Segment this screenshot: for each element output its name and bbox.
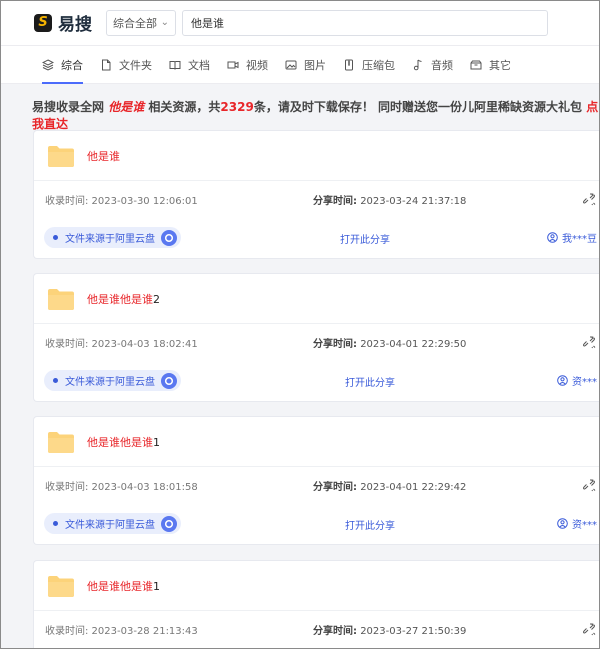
result-title[interactable]: 他是谁他是谁1 xyxy=(87,578,160,594)
shared-time: 分享时间: 2023-04-01 22:29:42 xyxy=(313,482,467,493)
summary-keyword: 他是谁 xyxy=(108,100,145,114)
tab-document[interactable]: 文档 xyxy=(169,46,210,84)
user-icon xyxy=(547,232,558,243)
user-icon xyxy=(557,518,568,529)
tab-label: 视频 xyxy=(246,58,268,72)
top-bar: S 易搜 综合全部 ⌄ xyxy=(0,0,600,46)
sharer[interactable]: 我***豆 xyxy=(547,230,597,245)
aliyun-drive-icon xyxy=(161,515,177,532)
result-title[interactable]: 他是谁 xyxy=(87,148,120,164)
broken-link-icon[interactable] xyxy=(582,478,596,492)
sharer-name: 资*** xyxy=(572,377,597,388)
category-select-value: 综合全部 xyxy=(113,16,157,30)
category-tabs: 综合 文件夹 文档 视频 图片 压缩包 音频 其它 xyxy=(0,46,600,84)
source-label: 文件来源于阿里云盘 xyxy=(65,377,155,388)
result-card: 他是谁他是谁2 收录时间: 2023-04-03 18:02:41 分享时间: … xyxy=(33,273,600,402)
logo-text: 易搜 xyxy=(58,15,92,35)
logo-mark-icon: S xyxy=(34,13,52,32)
sharer[interactable]: 资*** xyxy=(557,373,597,388)
user-icon xyxy=(557,375,568,386)
source-badge: 文件来源于阿里云盘 xyxy=(44,227,181,248)
result-card: 他是谁他是谁1 收录时间: 2023-03-28 21:13:43 分享时间: … xyxy=(33,560,600,649)
tab-folder[interactable]: 文件夹 xyxy=(100,46,152,84)
tab-label: 综合 xyxy=(61,58,83,72)
tab-label: 音频 xyxy=(431,58,453,72)
open-share-link[interactable]: 打开此分享 xyxy=(345,374,395,389)
dot-icon xyxy=(53,378,58,383)
result-card: 他是谁他是谁1 收录时间: 2023-04-03 18:01:58 分享时间: … xyxy=(33,416,600,545)
tab-archive[interactable]: 压缩包 xyxy=(343,46,395,84)
source-badge: 文件来源于阿里云盘 xyxy=(44,370,181,391)
summary-text: 条，请及时下载保存！ 同时赠送您一份儿阿里稀缺资源大礼包 xyxy=(253,100,583,114)
collected-time: 收录时间: 2023-04-03 18:01:58 xyxy=(45,482,198,493)
dot-icon xyxy=(53,235,58,240)
video-icon xyxy=(227,59,239,71)
music-icon xyxy=(412,59,424,71)
logo[interactable]: S 易搜 xyxy=(34,10,92,35)
collected-time: 收录时间: 2023-04-03 18:02:41 xyxy=(45,339,198,350)
broken-link-icon[interactable] xyxy=(582,335,596,349)
tab-all[interactable]: 综合 xyxy=(42,46,83,84)
archive-icon xyxy=(343,59,355,71)
tab-video[interactable]: 视频 xyxy=(227,46,268,84)
broken-link-icon[interactable] xyxy=(582,622,596,636)
book-icon xyxy=(169,59,181,71)
result-title[interactable]: 他是谁他是谁2 xyxy=(87,291,160,307)
summary-count: 2329 xyxy=(220,100,254,114)
shared-time: 分享时间: 2023-03-24 21:37:18 xyxy=(313,196,467,207)
image-icon xyxy=(285,59,297,71)
sharer[interactable]: 资*** xyxy=(557,516,597,531)
shared-time: 分享时间: 2023-04-01 22:29:50 xyxy=(313,339,467,350)
tab-label: 文件夹 xyxy=(119,58,152,72)
chevron-down-icon: ⌄ xyxy=(160,17,169,28)
open-share-link[interactable]: 打开此分享 xyxy=(340,231,390,246)
category-select[interactable]: 综合全部 ⌄ xyxy=(106,9,176,36)
tab-label: 文档 xyxy=(188,58,210,72)
tab-label: 图片 xyxy=(304,58,326,72)
search-input[interactable] xyxy=(182,9,548,36)
box-icon xyxy=(470,59,482,71)
summary-prefix: 易搜收录全网 xyxy=(32,100,105,114)
open-share-link[interactable]: 打开此分享 xyxy=(345,517,395,532)
folder-icon xyxy=(48,575,74,597)
file-icon xyxy=(100,59,112,71)
tab-audio[interactable]: 音频 xyxy=(412,46,453,84)
result-title[interactable]: 他是谁他是谁1 xyxy=(87,434,160,450)
result-card: 他是谁 收录时间: 2023-03-30 12:06:01 分享时间: 2023… xyxy=(33,130,600,259)
collected-time: 收录时间: 2023-03-30 12:06:01 xyxy=(45,196,198,207)
aliyun-drive-icon xyxy=(161,372,177,389)
summary-text: 相关资源，共 xyxy=(148,100,221,114)
sharer-name: 资*** xyxy=(572,520,597,531)
dot-icon xyxy=(53,521,58,526)
broken-link-icon[interactable] xyxy=(582,192,596,206)
collected-time: 收录时间: 2023-03-28 21:13:43 xyxy=(45,626,198,637)
folder-icon xyxy=(48,288,74,310)
tab-label: 压缩包 xyxy=(362,58,395,72)
source-label: 文件来源于阿里云盘 xyxy=(65,520,155,531)
tab-image[interactable]: 图片 xyxy=(285,46,326,84)
aliyun-drive-icon xyxy=(161,229,177,246)
tab-label: 其它 xyxy=(489,58,511,72)
source-label: 文件来源于阿里云盘 xyxy=(65,234,155,245)
tab-other[interactable]: 其它 xyxy=(470,46,511,84)
shared-time: 分享时间: 2023-03-27 21:50:39 xyxy=(313,626,467,637)
folder-icon xyxy=(48,145,74,167)
result-summary: 易搜收录全网 他是谁 相关资源，共2329条，请及时下载保存！ 同时赠送您一份儿… xyxy=(0,84,600,131)
sharer-name: 我***豆 xyxy=(562,234,597,245)
folder-icon xyxy=(48,431,74,453)
layers-icon xyxy=(42,58,54,71)
source-badge: 文件来源于阿里云盘 xyxy=(44,513,181,534)
